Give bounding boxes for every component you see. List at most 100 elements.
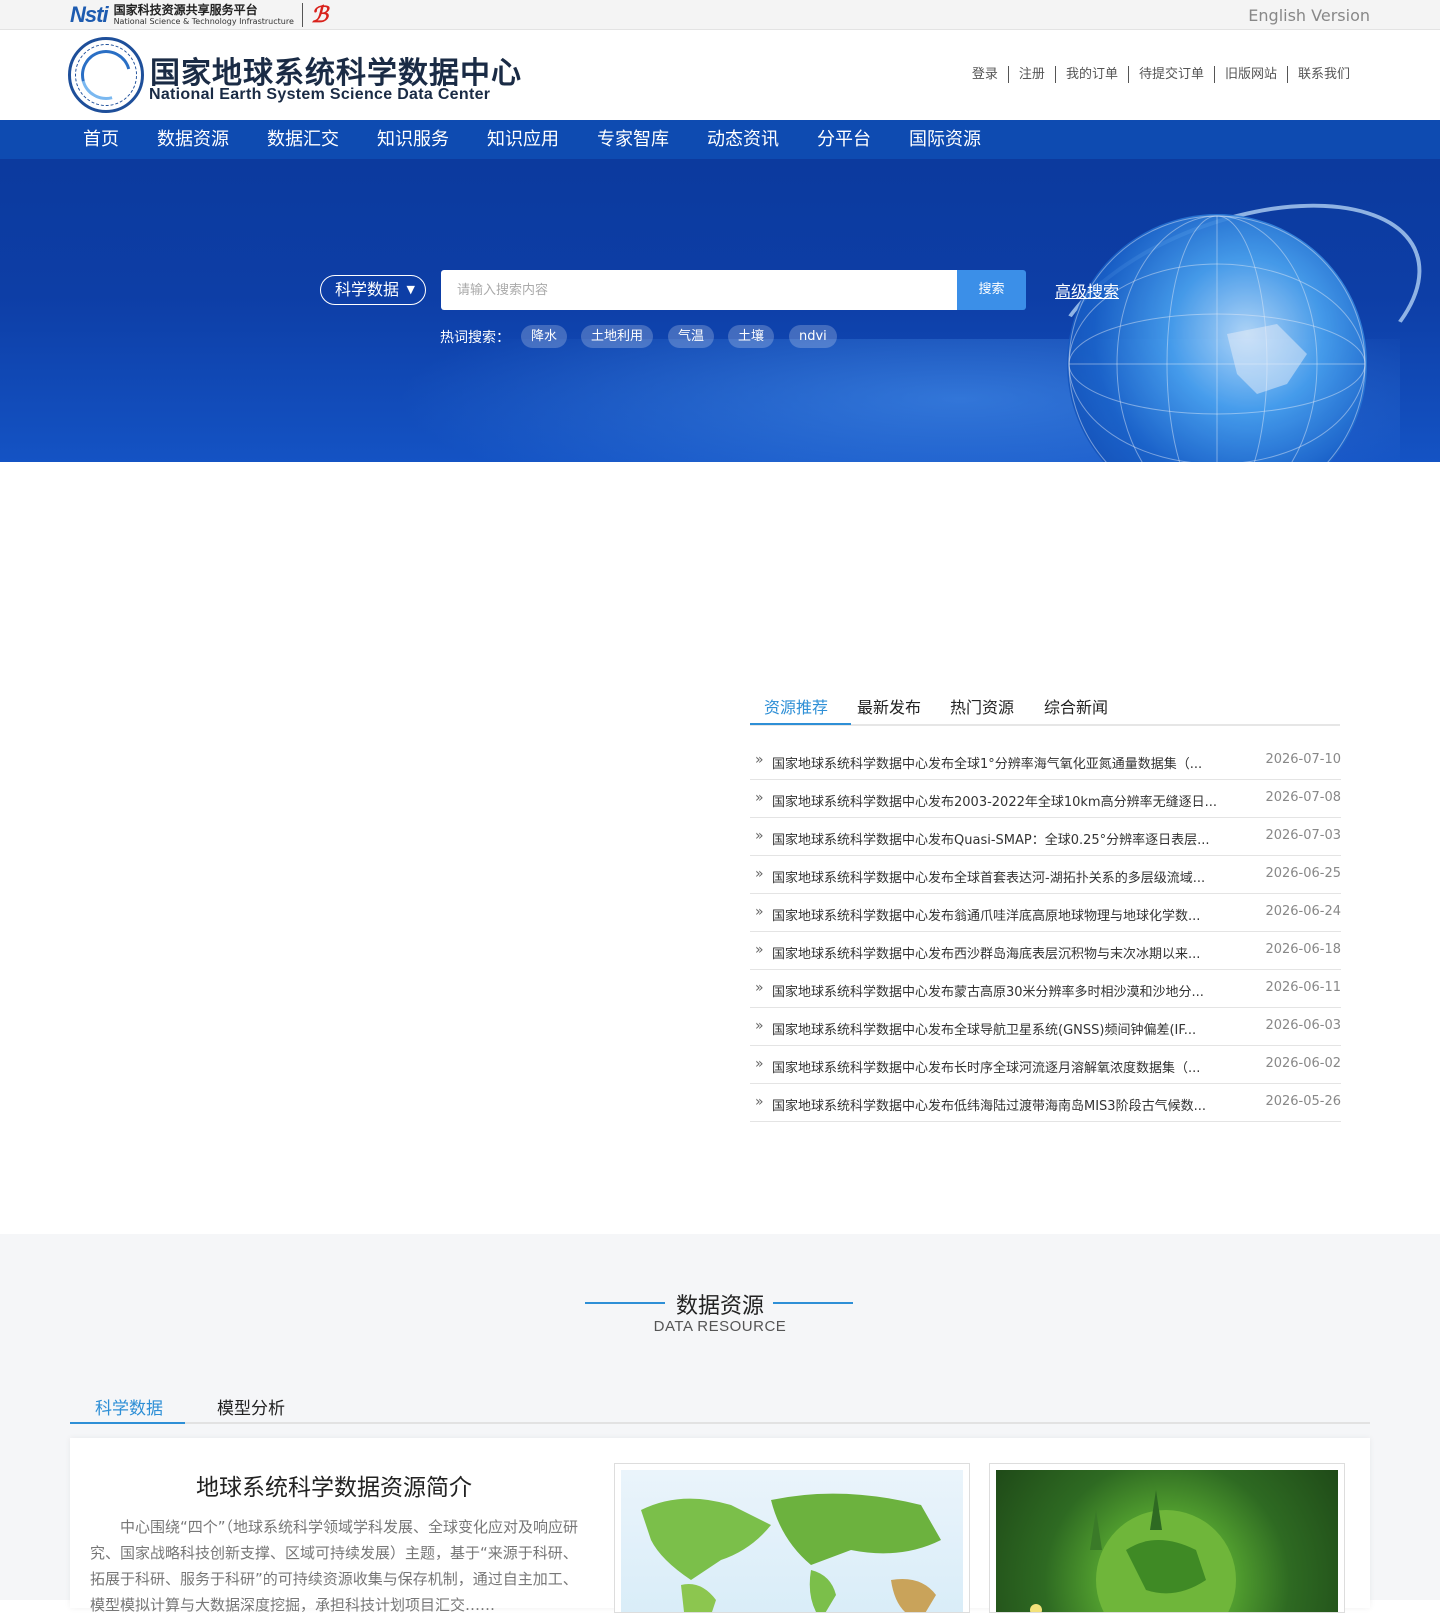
news-date: 2026-07-08 (1265, 790, 1341, 805)
news-date: 2026-06-18 (1265, 942, 1341, 957)
news-title[interactable]: 国家地球系统科学数据中心发布全球导航卫星系统(GNSS)频间钟偏差(IF... (772, 1019, 1240, 1038)
register-link[interactable]: 注册 (1007, 66, 1055, 83)
nav-knowledge-service[interactable]: 知识服务 (377, 120, 449, 159)
news-date: 2026-06-03 (1265, 1018, 1341, 1033)
news-tabs: 资源推荐 最新发布 热门资源 综合新闻 (750, 680, 1340, 726)
nsti-logo: Nsti (70, 2, 109, 27)
chevron-right-icon: » (755, 866, 764, 882)
section-subtitle: DATA RESOURCE (653, 1318, 787, 1335)
news-title[interactable]: 国家地球系统科学数据中心发布翁通爪哇洋底高原地球物理与地球化学数... (772, 905, 1240, 924)
tab-recommended[interactable]: 资源推荐 (764, 694, 828, 718)
nav-home[interactable]: 首页 (83, 120, 119, 159)
search-button[interactable]: 搜索 (957, 270, 1026, 310)
news-title[interactable]: 国家地球系统科学数据中心发布蒙古高原30米分辨率多时相沙漠和沙地分... (772, 981, 1240, 1000)
platform-name-en: National Science & Technology Infrastruc… (113, 17, 294, 26)
list-item[interactable]: » 国家地球系统科学数据中心发布全球导航卫星系统(GNSS)频间钟偏差(IF..… (750, 1008, 1341, 1046)
contact-link[interactable]: 联系我们 (1286, 66, 1360, 83)
list-item[interactable]: » 国家地球系统科学数据中心发布2003-2022年全球10km高分辨率无缝逐日… (750, 780, 1341, 818)
list-item[interactable]: » 国家地球系统科学数据中心发布长时序全球河流逐月溶解氧浓度数据集（... 20… (750, 1046, 1341, 1084)
news-title[interactable]: 国家地球系统科学数据中心发布2003-2022年全球10km高分辨率无缝逐日..… (772, 791, 1240, 810)
hot-word-tag[interactable]: 降水 (521, 325, 568, 348)
section-title: 数据资源 (675, 1294, 764, 1319)
old-site-link[interactable]: 旧版网站 (1213, 66, 1287, 83)
top-strip: Nsti 国家科技资源共享服务平台 National Science & Tec… (0, 0, 1440, 30)
hot-word-tag[interactable]: 土地利用 (581, 325, 654, 348)
world-map-image (621, 1470, 963, 1612)
caret-down-icon: ▼ (406, 283, 415, 296)
list-item[interactable]: » 国家地球系统科学数据中心发布全球首套表达河-湖拓扑关系的多层级流域... 2… (750, 856, 1341, 894)
hot-words-label: 热词搜索： (440, 330, 510, 346)
intro-text: 中心围绕“四个”（地球系统科学领域学科发展、全球变化应对及响应研究、国家战略科技… (90, 1518, 579, 1614)
tab-model-analysis[interactable]: 模型分析 (217, 1394, 285, 1419)
my-orders-link[interactable]: 我的订单 (1054, 66, 1128, 83)
chevron-right-icon: » (755, 1094, 764, 1110)
active-tab-indicator (750, 723, 851, 725)
globe-icon (1067, 214, 1367, 462)
news-title[interactable]: 国家地球系统科学数据中心发布长时序全球河流逐月溶解氧浓度数据集（... (772, 1057, 1240, 1076)
chevron-right-icon: » (755, 1056, 764, 1072)
platform-name-cn: 国家科技资源共享服务平台 (113, 3, 258, 17)
news-title[interactable]: 国家地球系统科学数据中心发布低纬海陆过渡带海南岛MIS3阶段古气候数... (772, 1095, 1240, 1114)
nav-expert-pool[interactable]: 专家智库 (597, 120, 669, 159)
news-title[interactable]: 国家地球系统科学数据中心发布全球1°分辨率海气氧化亚氮通量数据集（... (772, 753, 1240, 772)
news-title[interactable]: 国家地球系统科学数据中心发布全球首套表达河-湖拓扑关系的多层级流域... (772, 867, 1240, 886)
hot-word-tag[interactable]: 气温 (668, 325, 715, 348)
nav-knowledge-application[interactable]: 知识应用 (487, 120, 559, 159)
list-item[interactable]: » 国家地球系统科学数据中心发布全球1°分辨率海气氧化亚氮通量数据集（... 2… (750, 742, 1341, 780)
hot-word-tag[interactable]: ndvi (789, 325, 837, 348)
main-nav: 首页 数据资源 数据汇交 知识服务 知识应用 专家智库 动态资讯 分平台 国际资… (0, 120, 1440, 159)
news-date: 2026-05-26 (1265, 1094, 1341, 1109)
hero-banner (0, 159, 1440, 462)
world-map-card[interactable] (614, 1463, 970, 1613)
ministry-logo-icon: ℬ (310, 2, 329, 28)
list-item[interactable]: » 国家地球系统科学数据中心发布Quasi-SMAP：全球0.25°分辨率逐日表… (750, 818, 1341, 856)
chevron-right-icon: » (755, 790, 764, 806)
intro-title: 地球系统科学数据资源简介 (196, 1475, 472, 1501)
advanced-search-link[interactable]: 高级搜索 (1055, 278, 1119, 302)
nav-international-resources[interactable]: 国际资源 (909, 120, 981, 159)
tab-latest[interactable]: 最新发布 (857, 694, 921, 718)
site-header: 国家地球系统科学数据中心 National Earth System Scien… (0, 30, 1440, 120)
tab-news[interactable]: 综合新闻 (1044, 694, 1108, 718)
active-tab-indicator (70, 1422, 185, 1424)
news-date: 2026-07-10 (1265, 752, 1341, 767)
news-title[interactable]: 国家地球系统科学数据中心发布西沙群岛海底表层沉积物与末次冰期以来... (772, 943, 1240, 962)
chevron-right-icon: » (755, 980, 764, 996)
tab-scientific-data[interactable]: 科学数据 (95, 1394, 163, 1419)
platform-name: 国家科技资源共享服务平台 National Science & Technolo… (114, 4, 294, 26)
divider (301, 3, 303, 27)
search-input[interactable] (441, 270, 957, 310)
logo-swirl-icon (71, 40, 141, 110)
hot-word-tag[interactable]: 土壤 (728, 325, 775, 348)
platform-logo[interactable]: Nsti 国家科技资源共享服务平台 National Science & Tec… (70, 2, 329, 28)
news-date: 2026-06-02 (1265, 1056, 1341, 1071)
news-date: 2026-06-11 (1265, 980, 1341, 995)
chevron-right-icon: » (755, 828, 764, 844)
nav-news[interactable]: 动态资讯 (707, 120, 779, 159)
nav-data-submission[interactable]: 数据汇交 (267, 120, 339, 159)
tab-popular[interactable]: 热门资源 (950, 694, 1014, 718)
news-date: 2026-06-24 (1265, 904, 1341, 919)
nav-data-resources[interactable]: 数据资源 (157, 120, 229, 159)
search-category-select[interactable]: 科学数据 ▼ (320, 275, 426, 305)
english-version-link[interactable]: English Version (1248, 6, 1370, 25)
list-item[interactable]: » 国家地球系统科学数据中心发布低纬海陆过渡带海南岛MIS3阶段古气候数... … (750, 1084, 1341, 1122)
ecology-globe-image (996, 1470, 1338, 1612)
site-subtitle: National Earth System Science Data Cente… (149, 86, 491, 103)
ecology-card[interactable] (989, 1463, 1345, 1613)
nav-sub-platforms[interactable]: 分平台 (817, 120, 871, 159)
chevron-right-icon: » (755, 752, 764, 768)
list-item[interactable]: » 国家地球系统科学数据中心发布蒙古高原30米分辨率多时相沙漠和沙地分... 2… (750, 970, 1341, 1008)
news-title[interactable]: 国家地球系统科学数据中心发布Quasi-SMAP：全球0.25°分辨率逐日表层.… (772, 829, 1240, 848)
chevron-right-icon: » (755, 1018, 764, 1034)
list-item[interactable]: » 国家地球系统科学数据中心发布翁通爪哇洋底高原地球物理与地球化学数... 20… (750, 894, 1341, 932)
login-link[interactable]: 登录 (962, 66, 1008, 83)
news-date: 2026-06-25 (1265, 866, 1341, 881)
pending-orders-link[interactable]: 待提交订单 (1127, 66, 1214, 83)
list-item[interactable]: » 国家地球系统科学数据中心发布西沙群岛海底表层沉积物与末次冰期以来... 20… (750, 932, 1341, 970)
chevron-right-icon: » (755, 904, 764, 920)
user-links: 登录 注册 我的订单 待提交订单 旧版网站 联系我们 (962, 66, 1360, 83)
news-date: 2026-07-03 (1265, 828, 1341, 843)
chevron-right-icon: » (755, 942, 764, 958)
center-logo[interactable] (68, 37, 144, 113)
